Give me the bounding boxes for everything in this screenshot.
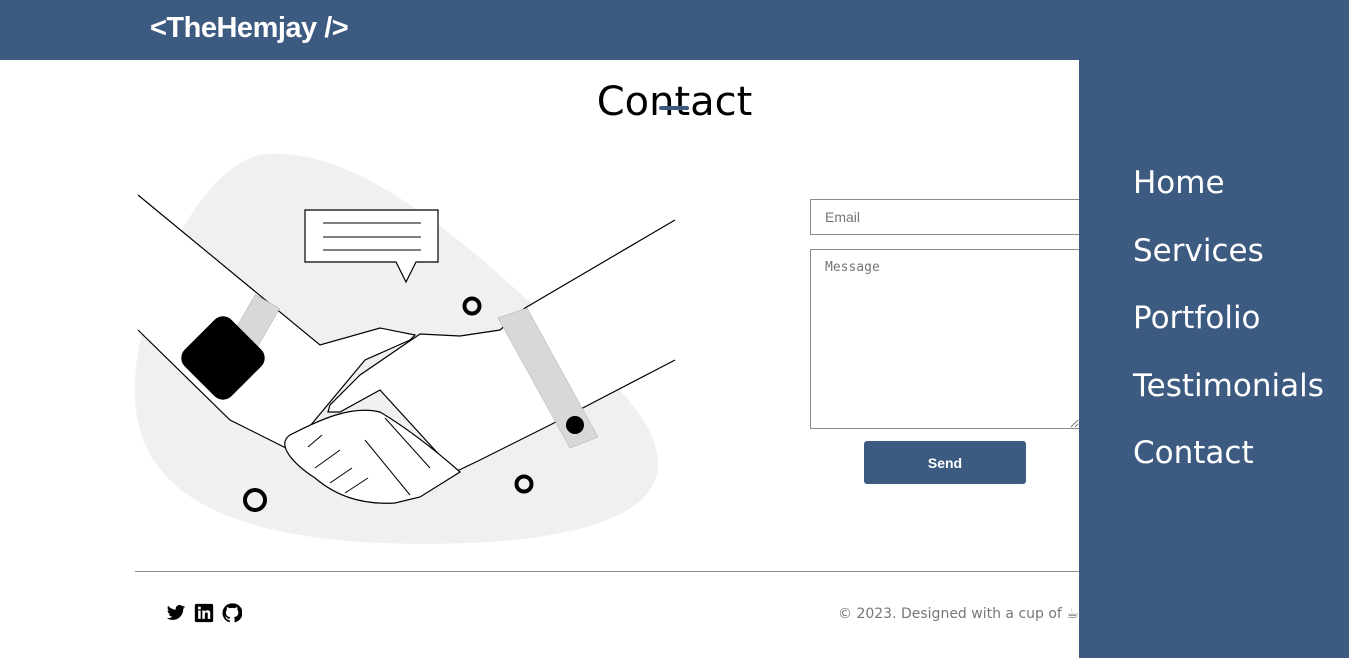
side-menu: Home Services Portfolio Testimonials Con… xyxy=(1079,60,1349,658)
menu-item-contact[interactable]: Contact xyxy=(1133,430,1324,498)
site-logo[interactable]: <TheHemjay /> xyxy=(150,12,349,45)
handshake-illustration xyxy=(134,153,676,544)
menu-item-home[interactable]: Home xyxy=(1133,160,1324,228)
social-links xyxy=(166,603,243,623)
send-button[interactable]: Send xyxy=(864,441,1026,484)
copyright-text: © 2023. Designed with a cup of ☕. A xyxy=(838,606,1098,622)
menu-item-services[interactable]: Services xyxy=(1133,228,1324,296)
twitter-icon[interactable] xyxy=(166,603,186,623)
top-navbar: <TheHemjay /> xyxy=(0,0,1349,60)
title-underline xyxy=(659,106,689,110)
footer-divider xyxy=(135,571,1079,572)
message-field[interactable] xyxy=(810,249,1080,429)
linkedin-icon[interactable] xyxy=(194,603,214,623)
menu-item-testimonials[interactable]: Testimonials xyxy=(1133,363,1324,431)
github-icon[interactable] xyxy=(222,603,243,623)
menu-item-portfolio[interactable]: Portfolio xyxy=(1133,295,1324,363)
email-field[interactable] xyxy=(810,199,1110,235)
